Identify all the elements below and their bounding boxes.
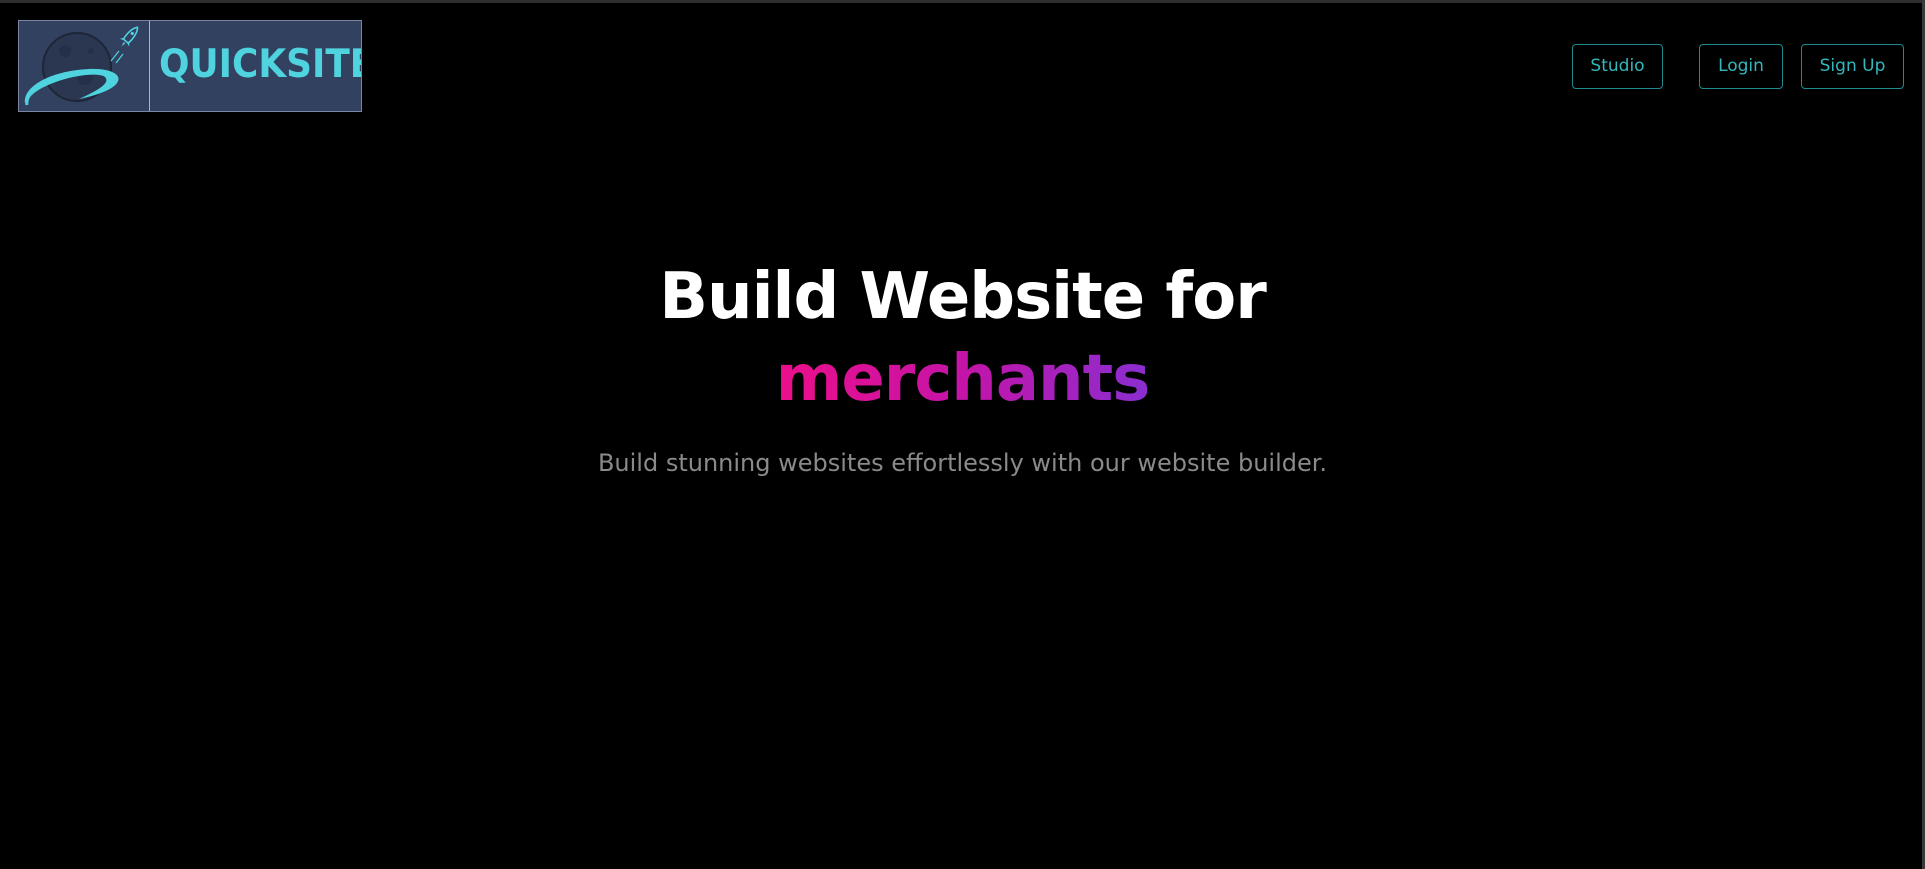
hero-title-highlight-line: merchants <box>0 340 1925 418</box>
hero-title: Build Website for <box>659 260 1267 334</box>
login-button[interactable]: Login <box>1699 44 1783 89</box>
quicksite-logo[interactable]: QUICKSITE <box>18 20 362 112</box>
logo-divider <box>149 21 150 111</box>
hero-subtitle: Build stunning websites effortlessly wit… <box>597 449 1328 477</box>
planet-rocket-icon <box>24 26 139 106</box>
site-header: QUICKSITE Studio Login Sign Up <box>0 0 1925 130</box>
hero-title-highlight: merchants <box>775 342 1151 416</box>
logo-wordmark: QUICKSITE <box>159 42 362 87</box>
studio-button[interactable]: Studio <box>1572 44 1663 89</box>
signup-button[interactable]: Sign Up <box>1801 44 1904 89</box>
